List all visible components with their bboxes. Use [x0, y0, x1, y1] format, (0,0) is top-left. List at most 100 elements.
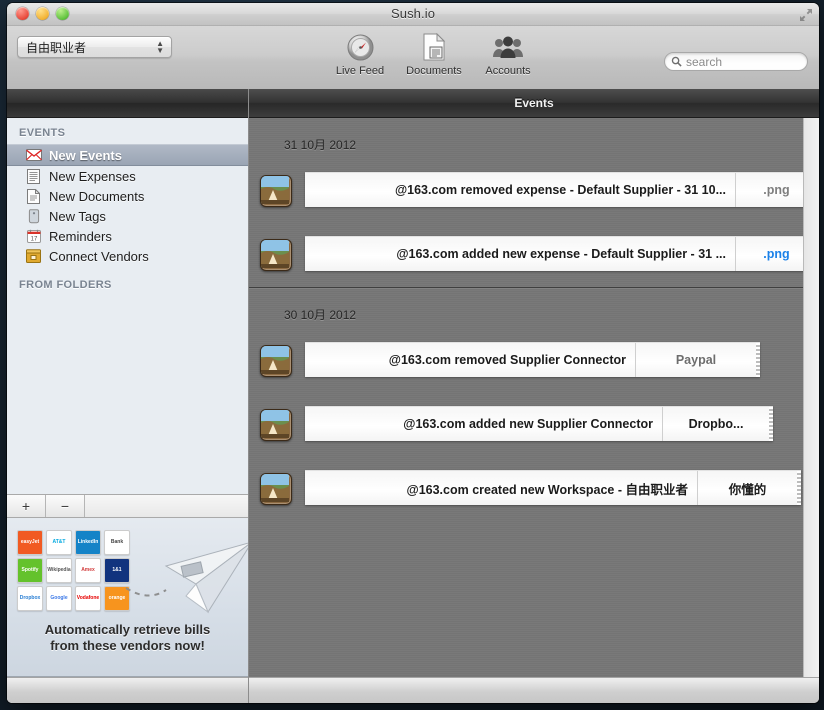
vendor-logo: Amex	[75, 558, 101, 583]
vendor-logo: LinkedIn	[75, 530, 101, 555]
toolbar-item-documents[interactable]: Documents	[401, 30, 467, 77]
sidebar-item-new-expenses[interactable]: New Expenses	[7, 166, 248, 186]
vendor-logo: Dropbox	[17, 586, 43, 611]
search-placeholder: search	[686, 54, 723, 69]
main-status-bar	[249, 677, 819, 703]
sidebar-item-label: New Expenses	[49, 168, 136, 184]
workspace-select[interactable]: 自由职业者 ▲ ▼	[17, 36, 172, 58]
svg-text:17: 17	[30, 237, 37, 243]
event-bubble[interactable]: @163.com added new Supplier Connector Dro…	[305, 406, 773, 441]
event-bubble[interactable]: @163.com removed Supplier Connector Paypa…	[305, 342, 760, 377]
vendor-promo-panel[interactable]: easyJet AT&T LinkedIn Bank Spotify Wikipedia A…	[7, 518, 248, 677]
event-message: @163.com created new Workspace - 自由职业者	[406, 482, 689, 497]
promo-line-2: from these vendors now!	[50, 638, 205, 653]
event-group-date: 31 10月 2012	[284, 138, 357, 152]
toolbar-item-accounts[interactable]: Accounts	[475, 30, 541, 77]
event-message: @163.com added new expense - Default Sup…	[396, 247, 726, 261]
receipt-icon	[25, 168, 42, 184]
event-group-date: 30 10月 2012	[284, 308, 357, 322]
sidebar-item-label: New Documents	[49, 188, 145, 204]
event-group: 30 10月 2012 @163.com removed Supplier Co…	[249, 288, 819, 521]
event-row[interactable]: @163.com added new Supplier Connector Dro…	[249, 393, 819, 457]
sidebar-item-label: New Events	[49, 147, 122, 163]
toolbar-items: Live Feed Documents Accounts	[327, 30, 541, 77]
remove-button[interactable]: −	[46, 495, 85, 517]
calendar-icon: 17	[25, 229, 42, 244]
vendor-logo: easyJet	[17, 530, 43, 555]
window-body: EVENTS New Events New Expenses New Docum…	[7, 89, 819, 703]
event-row[interactable]: @163.com added new expense - Default Sup…	[249, 223, 819, 287]
vendor-logo: AT&T	[46, 530, 72, 555]
sidebar-header-strip	[7, 89, 248, 118]
promo-text: Automatically retrieve bills from these …	[7, 622, 248, 654]
vendor-logo-grid: easyJet AT&T LinkedIn Bank Spotify Wikipedia A…	[17, 530, 130, 611]
event-meta[interactable]: Paypal	[635, 343, 756, 377]
event-message: @163.com added new Supplier Connector	[403, 417, 653, 431]
sidebar-section-header-from-folders: FROM FOLDERS	[19, 279, 112, 291]
sidebar-item-reminders[interactable]: 17 Reminders	[7, 226, 248, 246]
event-thumbnail	[260, 345, 292, 377]
document-icon	[25, 188, 42, 204]
vendor-logo: Wikipedia	[46, 558, 72, 583]
sidebar-action-bar: + −	[7, 494, 248, 518]
event-row[interactable]: @163.com removed expense - Default Suppl…	[249, 159, 819, 223]
window-title: Sush.io	[390, 6, 436, 21]
sidebar-section-header-events: EVENTS	[19, 127, 66, 139]
sidebar-item-connect-vendors[interactable]: Connect Vendors	[7, 246, 248, 266]
sidebar-list: EVENTS New Events New Expenses New Docum…	[7, 118, 248, 494]
events-groups: 31 10月 2012 @163.com removed expense - D…	[249, 118, 819, 521]
main-header-title: Events	[514, 96, 554, 110]
event-thumbnail	[260, 473, 292, 505]
event-bubble[interactable]: @163.com added new expense - Default Sup…	[305, 236, 819, 271]
event-row[interactable]: @163.com created new Workspace - 自由职业者 你懂…	[249, 457, 819, 521]
window-titlebar: Sush.io	[7, 3, 819, 26]
vendor-logo: Vodafone	[75, 586, 101, 611]
vendor-logo: Google	[46, 586, 72, 611]
envelope-icon	[25, 148, 42, 163]
sidebar: EVENTS New Events New Expenses New Docum…	[7, 89, 249, 703]
event-bubble[interactable]: @163.com created new Workspace - 自由职业者 你懂…	[305, 470, 801, 505]
event-thumbnail	[260, 175, 292, 207]
event-group: 31 10月 2012 @163.com removed expense - D…	[249, 118, 819, 287]
vendor-logo: Spotify	[17, 558, 43, 583]
bubble-torn-edge	[769, 407, 773, 441]
action-bar-filler	[85, 495, 248, 517]
bubble-torn-edge	[797, 471, 801, 505]
sidebar-item-label: New Tags	[49, 208, 106, 224]
accounts-icon	[475, 30, 541, 64]
sidebar-status-bar	[7, 677, 248, 703]
bubble-torn-edge	[756, 343, 760, 377]
search-icon	[671, 56, 682, 67]
event-bubble[interactable]: @163.com removed expense - Default Suppl…	[305, 172, 819, 207]
app-window: Sush.io 自由职业者 ▲ ▼ Live Feed Documents Ac…	[7, 3, 819, 703]
toolbar-item-label: Accounts	[485, 65, 531, 77]
vertical-scrollbar[interactable]	[803, 118, 819, 677]
event-row[interactable]: @163.com removed Supplier Connector Paypa…	[249, 329, 819, 393]
promo-line-1: Automatically retrieve bills	[44, 622, 211, 637]
toolbar-item-label: Documents	[406, 65, 462, 77]
main-toolbar: 自由职业者 ▲ ▼ Live Feed Documents Accounts s…	[7, 26, 819, 91]
event-meta[interactable]: 你懂的	[697, 471, 797, 505]
sidebar-item-new-tags[interactable]: New Tags	[7, 206, 248, 226]
event-message: @163.com removed Supplier Connector	[388, 353, 626, 367]
search-field[interactable]: search	[664, 52, 808, 71]
tag-icon	[25, 208, 42, 224]
paper-plane-icon	[125, 542, 248, 614]
box-icon	[25, 249, 42, 264]
fullscreen-icon[interactable]	[799, 8, 813, 22]
sidebar-item-label: Connect Vendors	[49, 248, 149, 264]
sidebar-item-label: Reminders	[49, 228, 112, 244]
sidebar-item-new-documents[interactable]: New Documents	[7, 186, 248, 206]
toolbar-item-label: Live Feed	[335, 65, 385, 77]
event-message: @163.com removed expense - Default Suppl…	[394, 183, 726, 197]
toolbar-item-live-feed[interactable]: Live Feed	[327, 30, 393, 77]
event-thumbnail	[260, 239, 292, 271]
event-meta[interactable]: Dropbo...	[662, 407, 769, 441]
main-panel: Events 31 10月 2012 @163.com removed expe…	[249, 89, 819, 703]
workspace-select-value: 自由职业者	[26, 40, 87, 55]
live-feed-icon	[327, 30, 393, 64]
documents-icon	[401, 30, 467, 64]
sidebar-item-new-events[interactable]: New Events	[7, 144, 248, 166]
events-list[interactable]: 31 10月 2012 @163.com removed expense - D…	[249, 118, 819, 677]
add-button[interactable]: +	[7, 495, 46, 517]
